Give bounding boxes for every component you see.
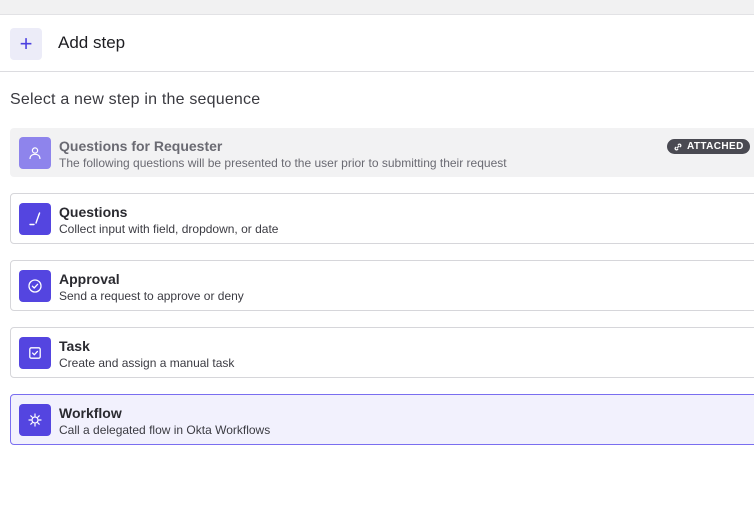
section-title: Select a new step in the sequence [10, 91, 261, 108]
pencil-field-icon [19, 203, 51, 235]
top-bar [0, 0, 754, 15]
page-title: Add step [58, 33, 126, 52]
step-description: Collect input with field, dropdown, or d… [59, 222, 279, 236]
step-title: Workflow [59, 405, 122, 421]
step-description: Create and assign a manual task [59, 356, 235, 370]
person-icon [19, 137, 51, 169]
step-description: The following questions will be presente… [59, 156, 507, 170]
link-icon [674, 142, 682, 151]
step-card-task[interactable]: Task Create and assign a manual task [10, 327, 754, 378]
check-circle-icon [19, 270, 51, 302]
check-square-icon [19, 337, 51, 369]
step-title: Task [59, 338, 90, 354]
add-step-header: + Add step [0, 15, 754, 72]
step-title: Questions [59, 204, 128, 220]
step-card-questions[interactable]: Questions Collect input with field, drop… [10, 193, 754, 244]
plus-icon: + [19, 31, 33, 56]
step-title: Approval [59, 271, 120, 287]
step-card-questions-for-requester[interactable]: Questions for Requester The following qu… [10, 128, 754, 177]
badge-label: ATTACHED [687, 141, 744, 152]
workflow-gear-icon [19, 404, 51, 436]
step-title: Questions for Requester [59, 138, 223, 154]
step-description: Call a delegated flow in Okta Workflows [59, 423, 271, 437]
step-description: Send a request to approve or deny [59, 289, 244, 303]
add-step-button[interactable]: + [10, 28, 42, 60]
step-card-approval[interactable]: Approval Send a request to approve or de… [10, 260, 754, 311]
attached-badge: ATTACHED [667, 139, 750, 154]
step-card-workflow[interactable]: Workflow Call a delegated flow in Okta W… [10, 394, 754, 445]
